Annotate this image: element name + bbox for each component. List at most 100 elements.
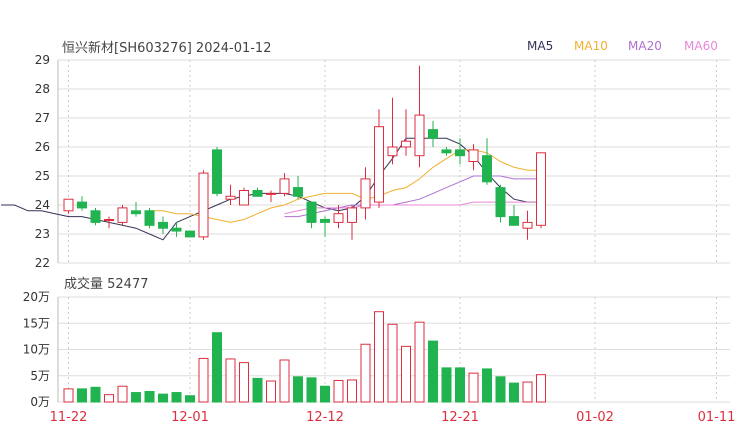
candle-body — [495, 187, 506, 218]
price-tick-label: 23 — [35, 227, 50, 241]
candle-body — [306, 201, 317, 223]
volume-bar — [333, 379, 344, 403]
candle — [360, 167, 371, 220]
volume-bar — [266, 380, 276, 403]
volume-bar — [360, 343, 371, 403]
legend-item-ma60: MA60 — [684, 39, 718, 53]
candle — [441, 147, 452, 156]
volume-tick-label: 20万 — [23, 290, 50, 304]
candle-body — [104, 219, 114, 221]
candle-body — [266, 192, 276, 195]
volume-label: 成交量 52477 — [64, 276, 149, 292]
legend-item-ma5: MA5 — [527, 39, 553, 53]
volume-bar — [509, 382, 519, 403]
candle — [104, 216, 114, 229]
candle — [536, 152, 546, 229]
candle-body — [198, 172, 209, 238]
volume-bar — [495, 376, 506, 403]
x-tick-label: 12-12 — [306, 410, 344, 425]
candle — [225, 184, 236, 205]
candle-body — [360, 178, 371, 209]
volume-bar — [212, 332, 222, 403]
candle-body — [252, 190, 263, 197]
volume-bar — [401, 345, 411, 403]
volume-bars — [63, 311, 546, 403]
candle — [171, 222, 182, 237]
candle — [158, 216, 168, 234]
x-tick-label: 01-02 — [576, 410, 614, 425]
volume-bar — [198, 357, 209, 403]
candle-body — [455, 149, 465, 157]
candle — [293, 176, 303, 200]
candles — [63, 65, 546, 240]
price-axis: 22 23 24 25 26 27 28 29 — [35, 53, 50, 270]
candle-body — [482, 155, 492, 183]
candle — [279, 173, 290, 197]
volume-tick-label: 15万 — [23, 316, 50, 330]
candle-body — [212, 149, 222, 194]
candle — [239, 187, 249, 206]
x-tick-label: 12-01 — [171, 410, 209, 425]
candle-body — [333, 213, 344, 223]
price-tick-label: 24 — [35, 198, 50, 212]
candle-body — [536, 152, 546, 226]
x-tick-label: 01-11 — [698, 410, 736, 425]
candle-body — [171, 227, 182, 232]
legend: MA5 MA10 MA20 MA60 — [527, 39, 718, 53]
candle — [252, 187, 263, 197]
candle-body — [468, 149, 479, 162]
candle — [468, 144, 479, 171]
x-axis: 11-22 12-01 12-12 12-21 01-02 01-11 — [50, 410, 736, 425]
volume-bar — [63, 388, 74, 403]
candle-body — [428, 129, 438, 139]
candle-body — [185, 230, 195, 238]
candle-body — [387, 146, 398, 157]
volume-bar — [428, 340, 438, 403]
candle-body — [144, 210, 155, 226]
price-tick-label: 27 — [35, 111, 50, 125]
candle-body — [279, 178, 290, 194]
candle — [90, 207, 101, 226]
candle — [509, 205, 519, 226]
candle — [131, 202, 141, 217]
candle — [63, 198, 74, 214]
x-tick-label: 11-22 — [50, 410, 88, 425]
candle — [482, 138, 492, 185]
candle — [77, 196, 87, 211]
price-tick-label: 22 — [35, 256, 50, 270]
candle — [414, 65, 425, 168]
volume-bar — [279, 359, 290, 403]
volume-bar — [185, 395, 195, 403]
volume-bar — [171, 392, 182, 403]
candle-body — [522, 221, 533, 229]
volume-bar — [225, 358, 236, 403]
candle-body — [293, 187, 303, 197]
volume-bar — [117, 385, 128, 403]
candle-body — [63, 198, 74, 212]
candle-body — [441, 149, 452, 154]
volume-bar — [77, 388, 87, 403]
volume-bar — [144, 391, 155, 403]
candle-body — [117, 207, 128, 223]
candle — [306, 201, 317, 229]
candle — [522, 210, 533, 240]
volume-bar — [293, 376, 303, 403]
volume-tick-label: 5万 — [30, 369, 50, 383]
volume-bar — [158, 393, 168, 403]
candle — [347, 205, 357, 240]
candle — [387, 97, 398, 165]
x-tick-label: 12-21 — [441, 410, 479, 425]
candle — [401, 109, 411, 156]
legend-item-ma20: MA20 — [628, 39, 662, 53]
candle — [198, 170, 209, 240]
candle-body — [77, 201, 87, 209]
volume-bar — [441, 367, 452, 403]
candle-body — [401, 140, 411, 148]
candle-body — [509, 216, 519, 226]
candle-body — [158, 221, 168, 229]
candle-body — [239, 190, 249, 206]
volume-tick-label: 0万 — [30, 395, 50, 409]
volume-bar — [455, 367, 465, 403]
price-tick-label: 25 — [35, 169, 50, 183]
volume-bar — [104, 394, 114, 403]
